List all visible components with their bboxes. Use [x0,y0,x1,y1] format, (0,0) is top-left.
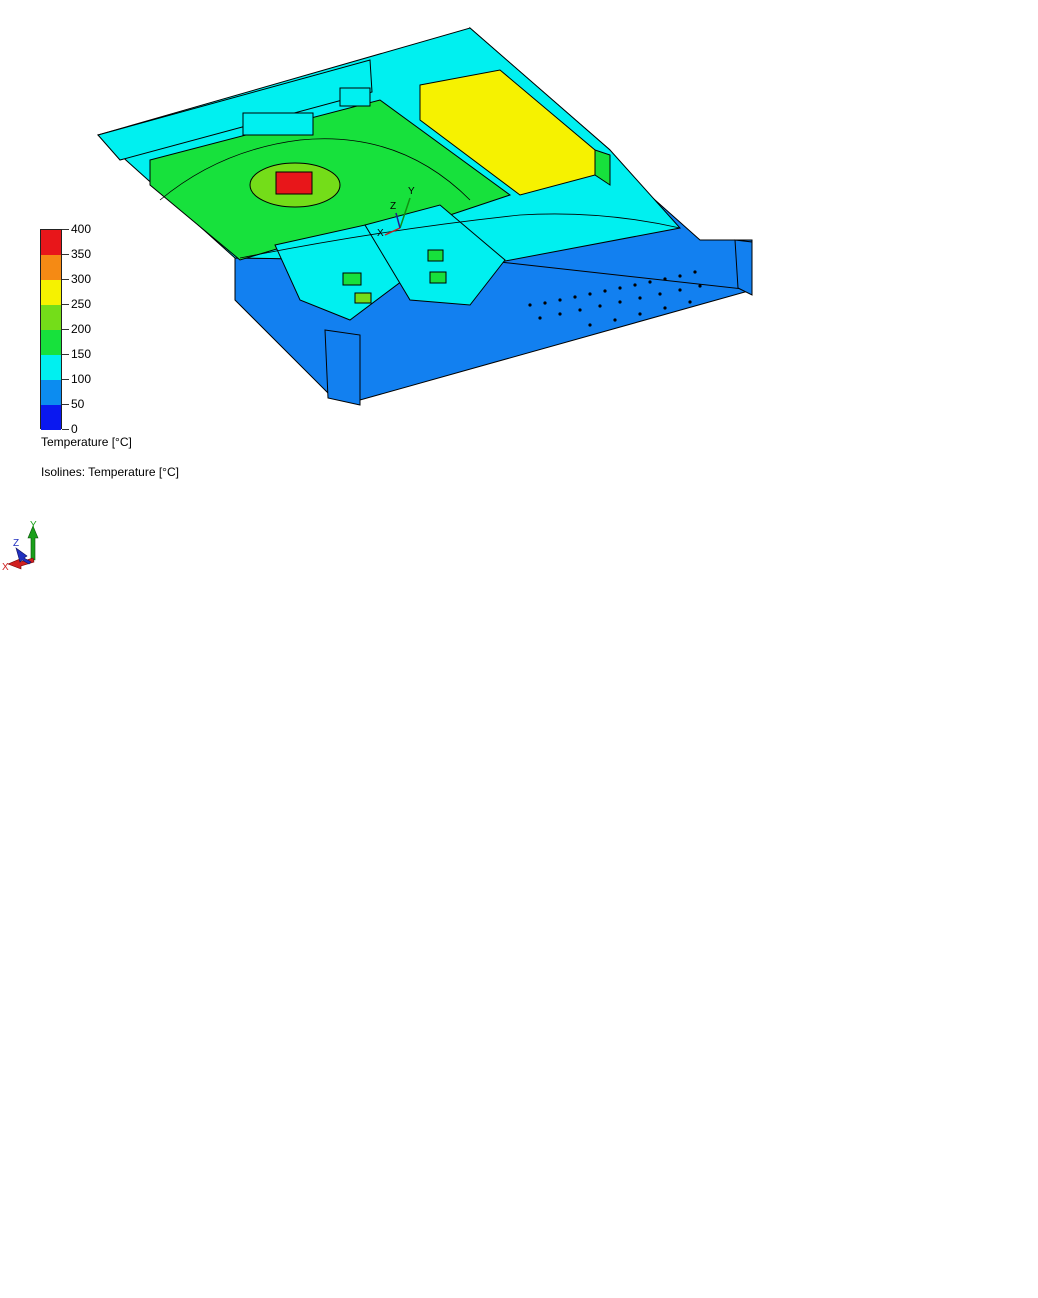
colorbar-tick [62,279,69,280]
colorbar-tick [62,329,69,330]
card-chip-1 [342,272,362,286]
legend-title: Temperature [°C] [41,435,132,449]
colorbar-band [41,255,61,280]
colorbar-tick [62,229,69,230]
card-chip-3 [429,271,447,284]
colorbar-band [41,405,61,430]
io-connector [339,87,371,107]
colorbar-band [41,330,61,355]
cpu-chip [275,171,313,195]
colorbar-tick-label: 200 [71,322,92,336]
front-bracket [324,329,361,406]
global-axis-triad: Y Z X [2,520,39,573]
svg-text:X: X [377,228,384,239]
colorbar-tick [62,379,69,380]
svg-text:Y: Y [408,186,415,197]
rear-bracket [734,239,753,296]
colorbar-band [41,380,61,405]
colorbar-band [41,280,61,305]
x-axis-label: X [2,562,9,573]
colorbar-tick [62,304,69,305]
graphics-viewport[interactable]: Y Z X 400 350 300 250 200 150 100 50 0 Temperatu… [0,0,780,580]
connector-block [242,112,314,136]
colorbar-tick-label: 300 [71,272,92,286]
colorbar-band [41,355,61,380]
colorbar-tick [62,429,69,430]
colorbar-tick [62,354,69,355]
card-chip-4 [354,292,372,304]
colorbar-tick-label: 50 [71,397,85,411]
isolines-caption: Isolines: Temperature [°C] [41,465,179,479]
colorbar-tick-label: 250 [71,297,92,311]
colorbar-tick-label: 100 [71,372,92,386]
card-chip-2 [427,249,444,262]
z-axis-label: Z [13,538,19,549]
y-axis-arrow-icon [27,525,39,561]
colorbar-tick [62,404,69,405]
thermal-model-view[interactable]: Y Z X [0,0,780,580]
svg-text:Z: Z [390,201,396,212]
colorbar-tick-label: 400 [71,222,92,236]
temperature-colorbar [40,229,62,430]
colorbar-tick-label: 350 [71,247,92,261]
colorbar-tick [62,254,69,255]
y-axis-label: Y [30,520,37,531]
colorbar-tick-label: 0 [71,422,78,436]
colorbar-band [41,305,61,330]
colorbar-band [41,230,61,255]
colorbar-tick-label: 150 [71,347,92,361]
